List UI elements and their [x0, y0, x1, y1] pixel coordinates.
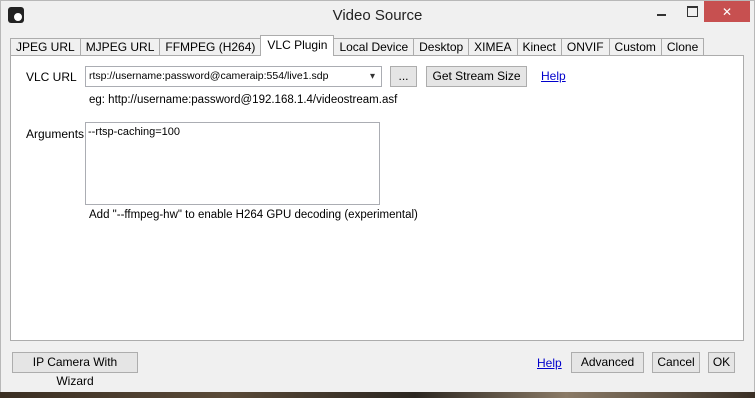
vlc-help-link[interactable]: Help [541, 69, 566, 83]
chevron-down-icon[interactable]: ▾ [364, 67, 381, 86]
vlc-url-label: VLC URL [26, 70, 77, 84]
url-example-text: eg: http://username:password@192.168.1.4… [89, 94, 398, 106]
tab-local-device[interactable]: Local Device [333, 38, 415, 56]
minimize-button[interactable] [646, 1, 676, 22]
tab-strip: JPEG URL MJPEG URL FFMPEG (H264) VLC Plu… [10, 35, 705, 56]
close-button[interactable]: ✕ [704, 1, 750, 22]
tab-ximea[interactable]: XIMEA [468, 38, 518, 56]
advanced-button[interactable]: Advanced [571, 352, 644, 373]
video-source-dialog: Video Source ✕ JPEG URL MJPEG URL FFMPEG… [0, 0, 755, 398]
tab-jpeg-url[interactable]: JPEG URL [10, 38, 81, 56]
ip-camera-wizard-button[interactable]: IP Camera With Wizard [12, 352, 138, 388]
tab-custom[interactable]: Custom [608, 38, 662, 56]
tab-onvif[interactable]: ONVIF [560, 38, 610, 56]
ok-button[interactable]: OK [708, 352, 735, 373]
browse-button[interactable]: ... [390, 66, 417, 87]
arguments-label: Arguments [26, 127, 85, 141]
window-title: Video Source [332, 7, 423, 24]
tab-mjpeg-url[interactable]: MJPEG URL [79, 38, 161, 56]
title-bar: Video Source ✕ [1, 1, 754, 31]
tab-vlc-plugin[interactable]: VLC Plugin [260, 35, 335, 56]
vlc-plugin-panel: VLC URL rtsp://username:password@camerai… [10, 55, 744, 341]
tab-kinect[interactable]: Kinect [516, 38, 562, 56]
tab-desktop[interactable]: Desktop [413, 38, 470, 56]
maximize-button[interactable] [677, 1, 707, 22]
arguments-textarea[interactable]: --rtsp-caching=100 [85, 122, 380, 205]
footer-help-link[interactable]: Help [537, 356, 562, 370]
gpu-hint-text: Add "--ffmpeg-hw" to enable H264 GPU dec… [89, 209, 418, 221]
background-photo-strip [0, 392, 755, 398]
vlc-url-combobox[interactable]: rtsp://username:password@cameraip:554/li… [85, 66, 382, 87]
cancel-button[interactable]: Cancel [652, 352, 700, 373]
tab-ffmpeg-h264[interactable]: FFMPEG (H264) [159, 38, 262, 56]
tab-clone[interactable]: Clone [660, 38, 705, 56]
get-stream-size-button[interactable]: Get Stream Size [426, 66, 527, 87]
vlc-url-value: rtsp://username:password@cameraip:554/li… [89, 70, 329, 82]
